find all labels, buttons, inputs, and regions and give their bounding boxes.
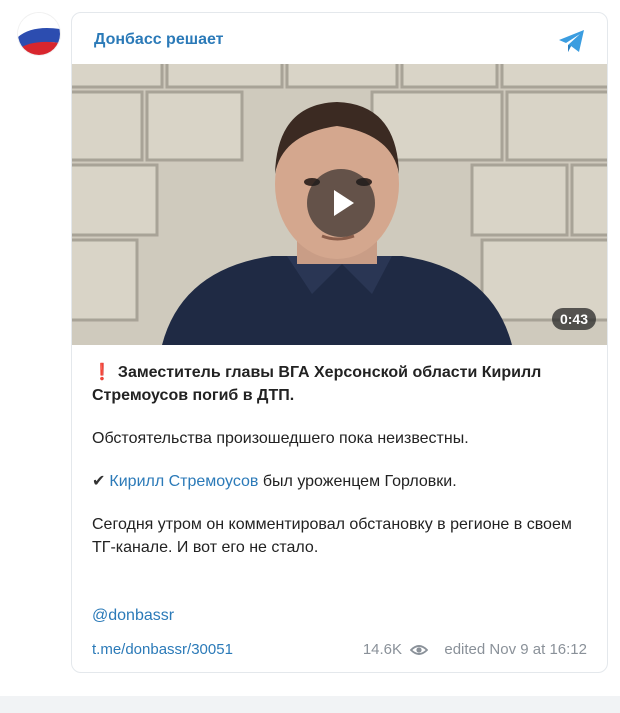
play-button[interactable] (307, 169, 375, 237)
view-count: 14.6K (362, 641, 403, 658)
bottom-strip (0, 696, 620, 713)
post-paragraph-2: Обстоятельства произошедшего пока неизве… (92, 430, 469, 447)
video-player[interactable]: 0:43 (72, 64, 607, 345)
channel-avatar[interactable] (18, 13, 60, 55)
check-mark-icon: ✔ (92, 473, 106, 490)
channel-name[interactable]: Донбасс решает (94, 31, 223, 49)
channel-handle-link[interactable]: @donbassr (92, 607, 174, 625)
post-paragraph-4: Сегодня утром он комментировал обстановк… (92, 516, 572, 556)
eye-icon (410, 645, 429, 655)
post-card: Донбасс решает 0:43 ❗ Заместитель главы … (71, 12, 608, 673)
edited-label: edited (444, 641, 486, 658)
post-date: Nov 9 at 16:12 (489, 641, 587, 658)
post-meta: 14.6K edited Nov 9 at 16:12 (363, 641, 587, 658)
post-paragraph-3: ✔ Кирилл Стремоусов был уроженцем Горловк… (92, 473, 457, 490)
post-headline: ❗ Заместитель главы ВГА Херсонской област… (92, 364, 542, 404)
post-footer: t.me/donbassr/30051 14.6K edited Nov 9 a… (92, 641, 587, 661)
russian-flag-avatar-icon (18, 13, 60, 55)
stremousov-link[interactable]: Кирилл Стремоусов (109, 473, 258, 490)
post-permalink[interactable]: t.me/donbassr/30051 (92, 641, 233, 658)
exclamation-icon: ❗ (92, 364, 112, 381)
telegram-icon[interactable] (557, 27, 587, 55)
video-duration: 0:43 (551, 308, 596, 330)
post-text: ❗ Заместитель главы ВГА Херсонской област… (92, 361, 592, 579)
